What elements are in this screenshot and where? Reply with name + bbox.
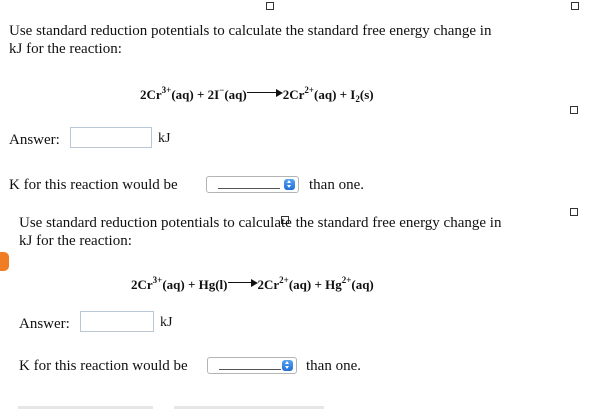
question-1-k-suffix: than one. — [309, 177, 364, 193]
arrow-icon — [227, 278, 258, 288]
footer-divider — [174, 406, 324, 409]
question-2-prompt-line1: Use standard reduction potentials to cal… — [19, 215, 502, 231]
question-2-prompt-line2: kJ for the reaction: — [19, 233, 132, 249]
question-2-equation: 2Cr3+(aq) + Hg(l) 2Cr2+(aq) + Hg2+(aq) — [131, 275, 374, 293]
question-2-k-label: K for this reaction would be — [19, 358, 188, 374]
question-1-answer-label: Answer: — [9, 132, 60, 148]
question-2-answer-label: Answer: — [19, 316, 70, 332]
question-2-k-select[interactable] — [207, 357, 297, 374]
question-1-equation: 2Cr3+(aq) + 2I−(aq) 2Cr2+(aq) + I2(s) — [140, 85, 374, 104]
stepper-icon[interactable] — [284, 179, 295, 190]
question-1-k-select[interactable] — [206, 176, 299, 193]
question-2-answer-input[interactable] — [80, 311, 154, 332]
question-2-answer-unit: kJ — [160, 315, 173, 330]
arrow-icon — [246, 88, 283, 98]
stepper-icon[interactable] — [282, 360, 293, 371]
square-marker-icon — [570, 208, 578, 216]
question-1-prompt-line1: Use standard reduction potentials to cal… — [9, 23, 492, 39]
square-marker-icon — [571, 2, 579, 10]
question-1-k-label: K for this reaction would be — [9, 177, 178, 193]
orange-tab-icon[interactable] — [0, 252, 9, 271]
select-blank — [218, 188, 280, 189]
footer-divider — [18, 406, 153, 409]
question-1-answer-unit: kJ — [158, 131, 171, 146]
square-marker-icon — [570, 106, 578, 114]
question-1-answer-input[interactable] — [70, 127, 152, 148]
square-marker-icon — [266, 2, 274, 10]
question-2-k-suffix: than one. — [306, 358, 361, 374]
question-1-prompt-line2: kJ for the reaction: — [9, 41, 122, 57]
select-blank — [219, 369, 281, 370]
